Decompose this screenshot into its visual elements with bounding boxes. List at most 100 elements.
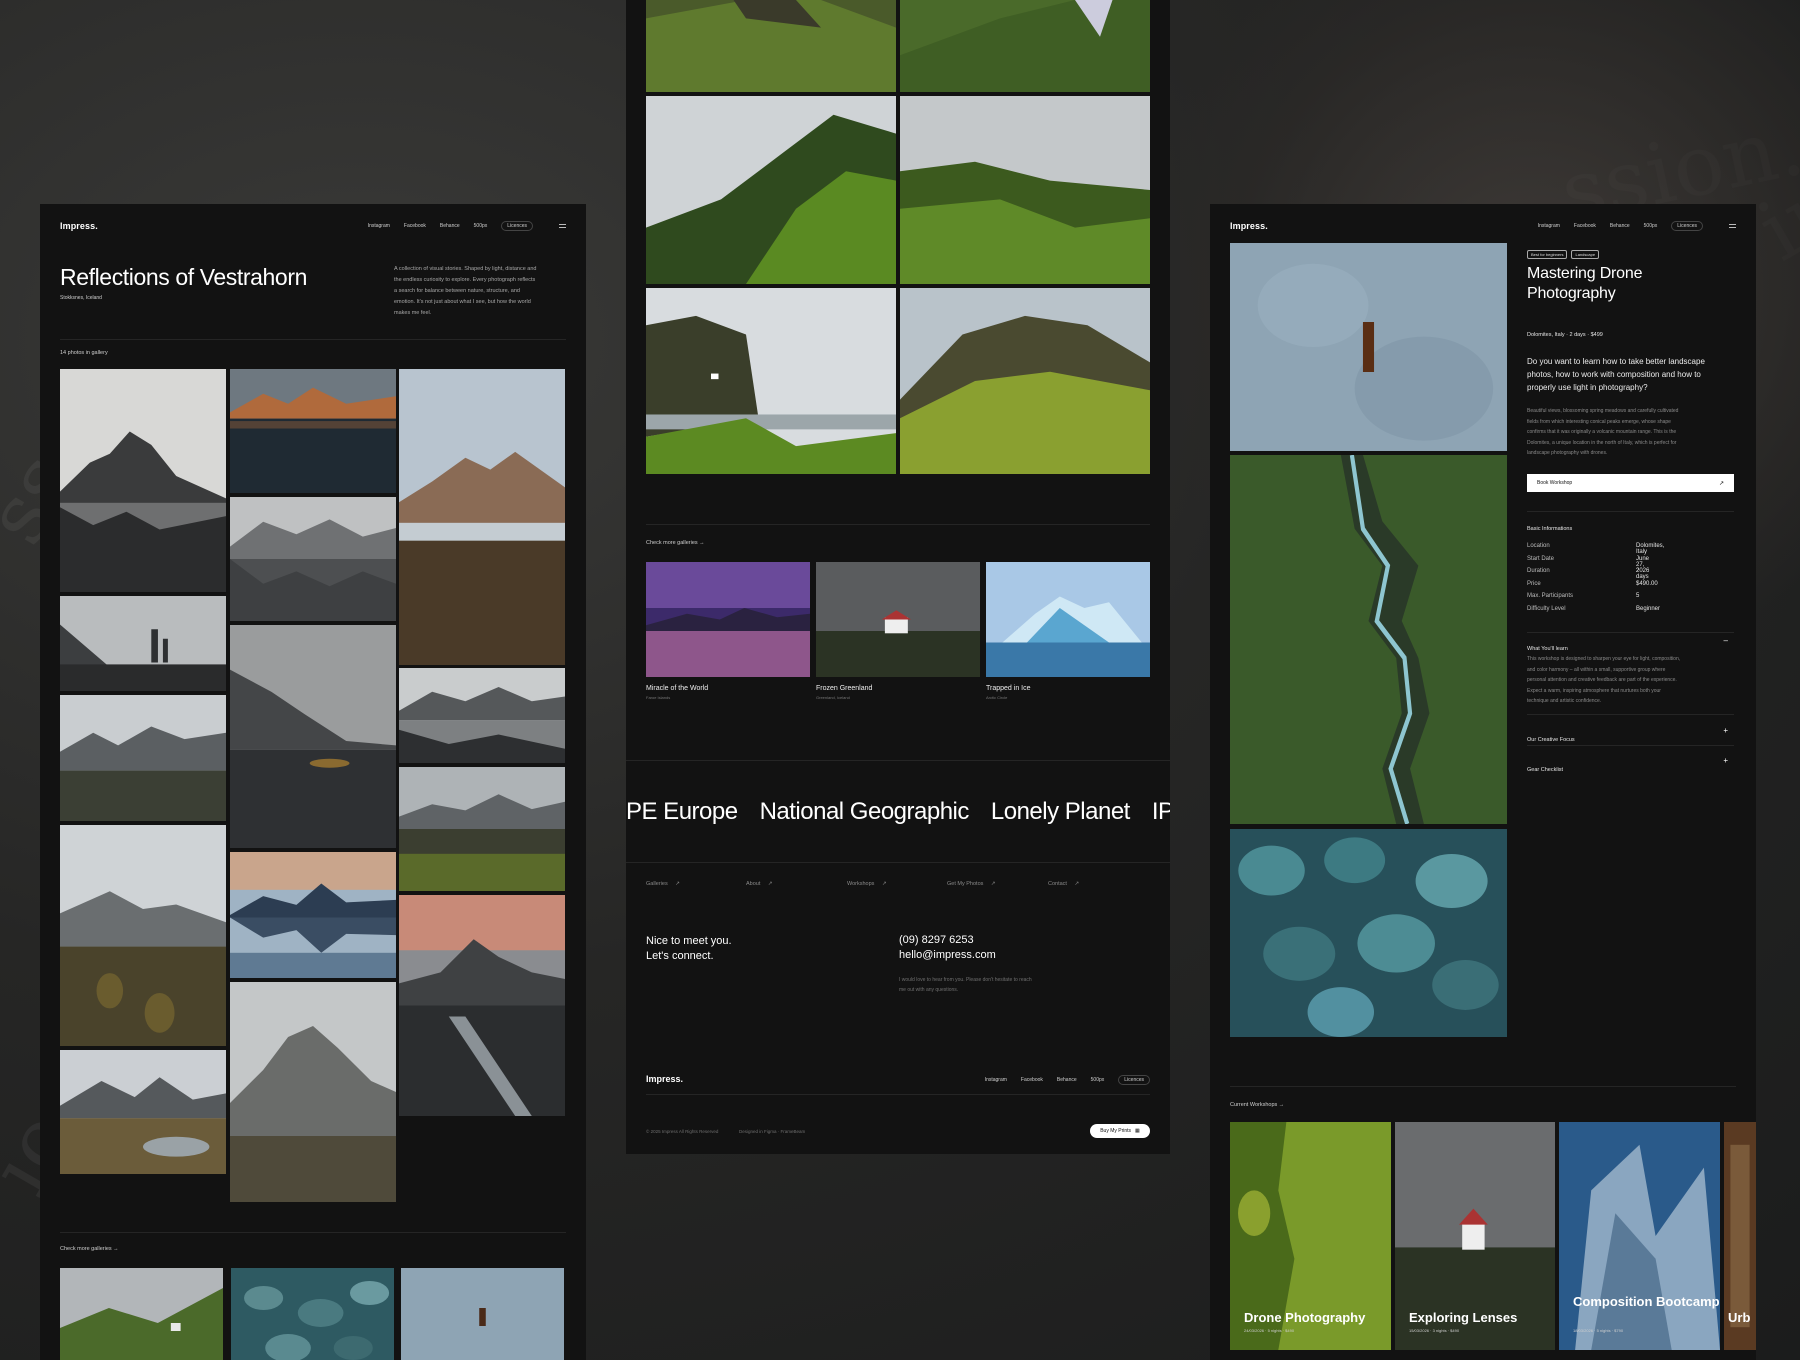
check-more-galleries-link[interactable]: Check more galleries → (646, 540, 705, 546)
current-workshops-link[interactable]: Current Workshops → (1230, 1102, 1284, 1108)
workshop-card[interactable]: Composition Bootcamp 18/03/2026 · 5 nigh… (1559, 1122, 1720, 1350)
nav-link-behance[interactable]: Behance (1610, 223, 1630, 229)
gallery-photo[interactable] (900, 0, 1150, 92)
footer-link-about[interactable]: About ↗ (746, 881, 773, 887)
nav-link-500px[interactable]: 500px (474, 223, 488, 229)
gallery-card-title[interactable]: Miracle of the World (646, 685, 708, 692)
gallery-photo[interactable] (399, 668, 565, 763)
workshop-card-meta: 24/03/2026 · 5 nights · $490 (1244, 1328, 1295, 1333)
gallery-card-image[interactable] (816, 562, 980, 677)
divider (60, 1232, 566, 1233)
nav-link-500px[interactable]: 500px (1644, 223, 1658, 229)
footer-link-facebook[interactable]: Facebook (1021, 1077, 1043, 1083)
nav-link-licences[interactable]: Licences (501, 221, 533, 231)
divider (646, 524, 1150, 525)
info-row: Difficulty Level Beginner (1527, 605, 1661, 612)
divider (60, 339, 566, 340)
gallery-photo[interactable] (230, 982, 396, 1202)
check-more-galleries-link[interactable]: Check more galleries → (60, 1246, 119, 1252)
gallery-photo[interactable] (399, 767, 565, 891)
gallery-photo[interactable] (60, 596, 226, 691)
gallery-photo[interactable] (399, 895, 565, 1116)
workshop-card[interactable]: Drone Photography 24/03/2026 · 5 nights … (1230, 1122, 1391, 1350)
nav-link-licences[interactable]: Licences (1671, 221, 1703, 231)
learn-body: This workshop is designed to sharpen you… (1527, 656, 1681, 704)
copyright-text: © 2025 Impress All Rights Reserved (646, 1129, 719, 1134)
gallery-card-title[interactable]: Trapped in Ice (986, 685, 1031, 692)
info-row: Duration 2 days (1527, 568, 1649, 580)
workshop-photo[interactable] (1230, 829, 1507, 1037)
footer-link-licences[interactable]: Licences (1118, 1075, 1150, 1085)
menu-icon[interactable] (1729, 224, 1736, 228)
workshop-tags: Best for beginners Landscape (1527, 243, 1603, 261)
workshop-card-title: Composition Bootcamp (1573, 1294, 1720, 1309)
tag-beginners: Best for beginners (1527, 250, 1568, 259)
contact-email[interactable]: hello@impress.com (899, 949, 996, 961)
accordion-what-youll-learn[interactable]: What You'll learn – (1527, 636, 1734, 652)
gallery-photo[interactable] (230, 497, 396, 621)
brand-logo[interactable]: Impress. (60, 221, 98, 231)
gallery-photo[interactable] (230, 369, 396, 493)
workshop-lead: Do you want to learn how to take better … (1527, 357, 1705, 392)
gallery-detail-panel: Check more galleries → Miracle of the Wo… (626, 0, 1170, 1154)
gallery-photo[interactable] (60, 695, 226, 821)
gallery-photo[interactable] (646, 96, 896, 284)
footer-link-instagram[interactable]: Instagram (985, 1077, 1007, 1083)
nav-link-instagram[interactable]: Instagram (1538, 223, 1560, 229)
gallery-photo[interactable] (60, 825, 226, 1046)
buy-my-prints-button[interactable]: Buy My Prints ▦ (1090, 1124, 1150, 1138)
press-logo: Lonely Planet (990, 798, 1130, 825)
workshop-body: Beautiful views, blossoming spring meado… (1527, 408, 1679, 456)
footer-link-behance[interactable]: Behance (1057, 1077, 1077, 1083)
accordion-creative-focus[interactable]: Our Creative Focus + (1527, 726, 1734, 743)
gallery-thumb[interactable] (231, 1268, 394, 1360)
gallery-card-title[interactable]: Frozen Greenland (816, 685, 872, 692)
gallery-card-image[interactable] (646, 562, 810, 677)
nav-link-behance[interactable]: Behance (440, 223, 460, 229)
footer-link-workshops[interactable]: Workshops ↗ (847, 881, 887, 887)
footer-link-get-my-photos[interactable]: Get My Photos ↗ (947, 881, 996, 887)
footer-link-galleries[interactable]: Galleries ↗ (646, 881, 680, 887)
gallery-thumb[interactable] (401, 1268, 564, 1360)
top-nav: Impress. Instagram Facebook Behance 500p… (1230, 218, 1736, 234)
divider (626, 862, 1170, 863)
gallery-photo[interactable] (646, 0, 896, 92)
menu-icon[interactable] (559, 224, 566, 228)
grid-icon: ▦ (1135, 1128, 1140, 1134)
gallery-photo[interactable] (230, 625, 396, 848)
workshop-photo[interactable] (1230, 455, 1507, 824)
workshop-photo[interactable] (1230, 243, 1507, 451)
gallery-photo[interactable] (900, 96, 1150, 284)
workshop-card-meta: 18/03/2026 · 5 nights · $790 (1573, 1328, 1624, 1333)
credit-text: Designed in Figma · FrameBeam (739, 1129, 806, 1134)
gallery-photo[interactable] (230, 852, 396, 978)
gallery-photo[interactable] (60, 369, 226, 592)
workshop-card-title: Exploring Lenses (1409, 1310, 1518, 1325)
workshop-card-meta: 15/03/2026 · 3 nights · $490 (1409, 1328, 1460, 1333)
photo-count: 14 photos in gallery (60, 350, 108, 356)
nav-link-facebook[interactable]: Facebook (404, 223, 426, 229)
footer-link-contact[interactable]: Contact ↗ (1048, 881, 1079, 887)
brand-logo[interactable]: Impress. (1230, 221, 1268, 231)
divider (1527, 714, 1734, 715)
accordion-gear-checklist[interactable]: Gear Checklist + (1527, 756, 1734, 773)
divider (1230, 1086, 1736, 1087)
workshop-card[interactable]: Urb (1724, 1122, 1756, 1350)
contact-note: I would love to hear from you. Please do… (899, 977, 1032, 993)
gallery-photo[interactable] (646, 288, 896, 474)
nav-link-instagram[interactable]: Instagram (368, 223, 390, 229)
footer-link-500px[interactable]: 500px (1091, 1077, 1105, 1083)
book-workshop-button[interactable]: Book Workshop ↗ (1527, 474, 1734, 492)
workshop-card[interactable]: Exploring Lenses 15/03/2026 · 3 nights ·… (1395, 1122, 1555, 1350)
gallery-thumb[interactable] (60, 1268, 223, 1360)
footer-brand-logo[interactable]: Impress. (646, 1074, 683, 1084)
contact-phone[interactable]: (09) 8297 6253 (899, 934, 974, 946)
gallery-photo[interactable] (399, 369, 565, 665)
workshop-card-title: Drone Photography (1244, 1310, 1366, 1325)
gallery-photo[interactable] (60, 1050, 226, 1174)
divider (626, 760, 1170, 761)
gallery-card-image[interactable] (986, 562, 1150, 677)
gallery-photo[interactable] (900, 288, 1150, 474)
nav-link-facebook[interactable]: Facebook (1574, 223, 1596, 229)
footer-social-links: Instagram Facebook Behance 500px Licence… (985, 1075, 1150, 1085)
